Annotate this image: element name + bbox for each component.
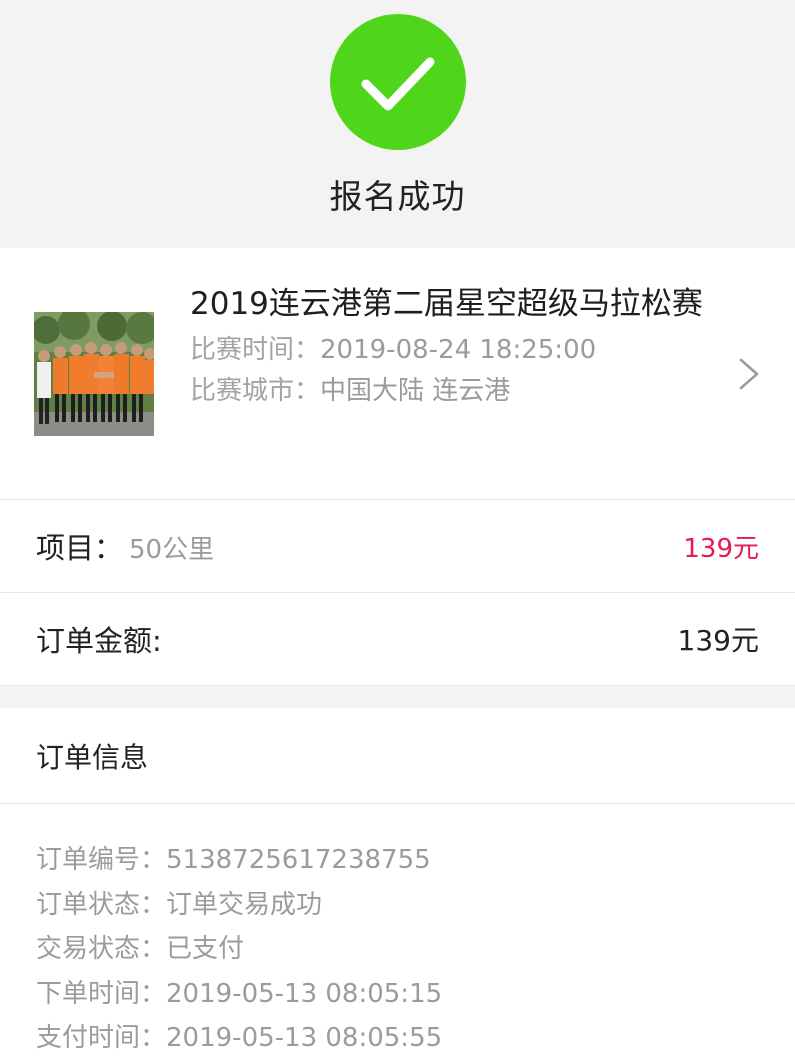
order-number-label: 订单编号：: [36, 845, 167, 875]
event-city: 比赛城市：中国大陆 连云港: [190, 371, 730, 412]
amount-label: 订单金额:: [36, 624, 162, 658]
event-photo: [34, 312, 154, 436]
payment-time: 支付时间：2019-05-13 08:05:55: [36, 1016, 759, 1060]
order-info-title: 订单信息: [36, 740, 149, 774]
order-info-body: 订单编号：5138725617238755 订单状态：订单交易成功 交易状态：已…: [0, 804, 795, 1060]
order-status-value: 订单交易成功: [166, 889, 323, 920]
item-left: 项目： 50公里: [36, 525, 214, 567]
chevron-right-icon[interactable]: [737, 356, 761, 392]
order-time-value: 2019-05-13 08:05:15: [166, 978, 443, 1009]
item-value: 50公里: [129, 535, 215, 565]
event-time: 比赛时间：2019-08-24 18:25:00: [190, 330, 730, 371]
item-row: 项目： 50公里 139元: [0, 500, 795, 593]
trade-status-value: 已支付: [166, 934, 245, 964]
event-thumbnail: [34, 312, 154, 436]
order-info-header: 订单信息: [0, 708, 795, 804]
amount-row: 订单金额: 139元: [0, 593, 795, 686]
order-time-label: 下单时间：: [36, 978, 167, 1009]
success-header: 报名成功: [0, 0, 795, 248]
amount-value: 139元: [677, 624, 759, 657]
order-status-label: 订单状态：: [36, 889, 167, 920]
payment-time-label: 支付时间：: [36, 1023, 167, 1053]
event-card[interactable]: 2019连云港第二届星空超级马拉松赛 比赛时间：2019-08-24 18:25…: [0, 248, 795, 500]
event-city-value: 中国大陆 连云港: [320, 376, 511, 406]
payment-time-value: 2019-05-13 08:05:55: [166, 1023, 443, 1053]
order-status: 订单状态：订单交易成功: [36, 883, 759, 928]
success-check-icon: [329, 14, 466, 150]
order-number: 订单编号：5138725617238755: [36, 838, 759, 883]
event-info: 2019连云港第二届星空超级马拉松赛 比赛时间：2019-08-24 18:25…: [190, 278, 730, 412]
order-time: 下单时间：2019-05-13 08:05:15: [36, 972, 759, 1017]
order-number-value: 5138725617238755: [166, 845, 431, 875]
event-name: 2019连云港第二届星空超级马拉松赛: [190, 286, 703, 322]
check-icon: [361, 57, 434, 111]
trade-status: 交易状态：已支付: [36, 927, 759, 972]
success-title: 报名成功: [329, 177, 466, 216]
order-success-page: 报名成功 2019连云港第二届星空超级马拉松赛 比赛时间：2019-08-24 …: [0, 0, 795, 1060]
trade-status-label: 交易状态：: [36, 934, 167, 964]
section-divider: [0, 686, 795, 708]
item-label: 项目：: [36, 531, 124, 565]
event-time-value: 2019-08-24 18:25:00: [320, 335, 597, 365]
event-city-label: 比赛城市：: [190, 376, 321, 406]
event-time-label: 比赛时间：: [190, 335, 321, 365]
item-price: 139元: [683, 533, 759, 564]
